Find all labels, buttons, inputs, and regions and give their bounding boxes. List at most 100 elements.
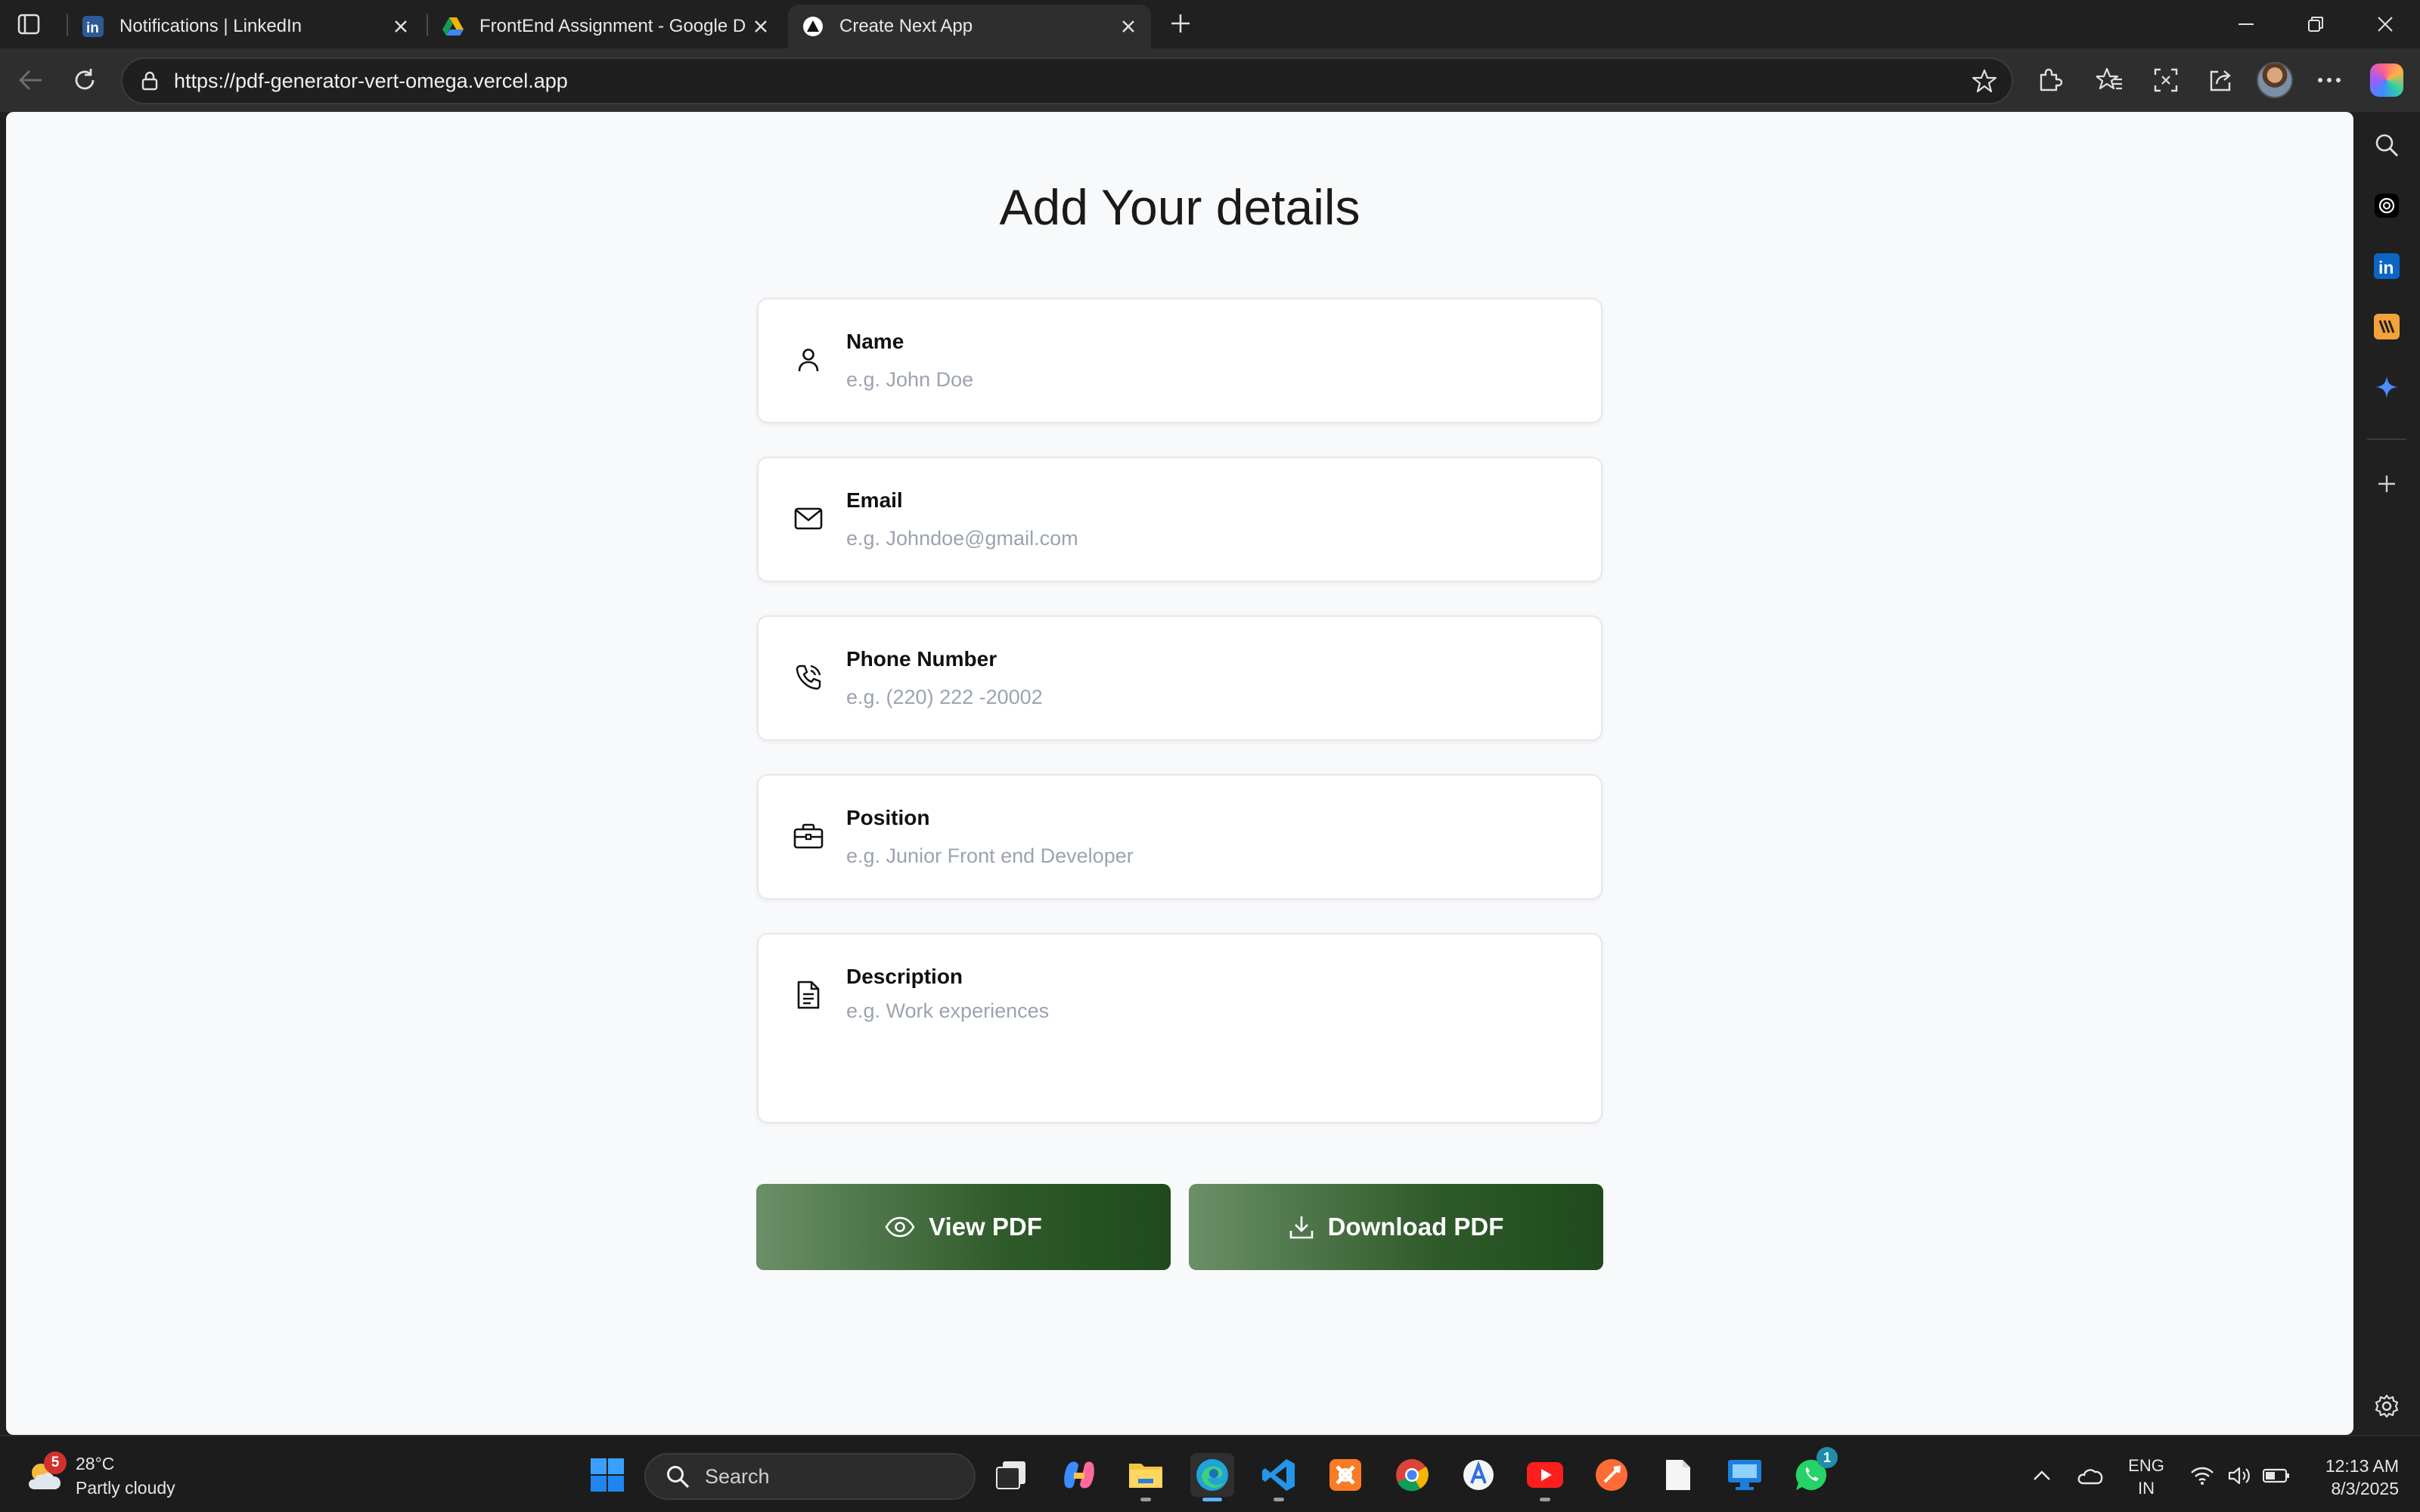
weather-widget[interactable]: 5 28°C Partly cloudy bbox=[26, 1452, 175, 1500]
chrome-icon[interactable] bbox=[1390, 1453, 1434, 1497]
remote-desktop-icon[interactable] bbox=[1723, 1453, 1767, 1497]
tab-create-next-app[interactable]: Create Next App bbox=[788, 5, 1151, 48]
new-tab-icon[interactable] bbox=[1165, 8, 1196, 39]
share-icon[interactable] bbox=[2202, 62, 2238, 98]
google-drive-icon bbox=[442, 15, 464, 38]
weather-condition: Partly cloudy bbox=[76, 1478, 175, 1498]
mail-icon bbox=[792, 502, 825, 535]
restore-icon[interactable] bbox=[2297, 8, 2334, 41]
copilot-icon[interactable] bbox=[2370, 64, 2403, 97]
description-label: Description bbox=[846, 965, 963, 988]
email-field-card: Email bbox=[757, 457, 1602, 582]
running-indicator bbox=[1540, 1498, 1550, 1501]
download-pdf-button[interactable]: Download PDF bbox=[1189, 1184, 1603, 1270]
phone-label: Phone Number bbox=[846, 647, 997, 671]
clock-date: 8/3/2025 bbox=[2331, 1479, 2399, 1498]
eye-icon bbox=[885, 1216, 915, 1238]
favorite-star-icon[interactable] bbox=[1966, 69, 2003, 93]
phone-field-card: Phone Number bbox=[757, 615, 1602, 741]
sparkle-icon[interactable] bbox=[2370, 370, 2403, 404]
onedrive-cloud-icon[interactable] bbox=[2072, 1453, 2108, 1498]
user-icon bbox=[792, 343, 825, 376]
screenshot-icon[interactable] bbox=[2148, 62, 2184, 98]
language-code: ENG bbox=[2128, 1456, 2164, 1475]
briefcase-icon bbox=[792, 820, 825, 853]
close-tab-icon[interactable] bbox=[386, 11, 416, 42]
url-text[interactable]: https://pdf-generator-vert-omega.vercel.… bbox=[174, 70, 1966, 93]
download-pdf-label: Download PDF bbox=[1327, 1213, 1504, 1241]
taskbar-search[interactable]: Search bbox=[644, 1453, 976, 1500]
settings-gear-icon[interactable] bbox=[2370, 1390, 2403, 1423]
close-tab-icon[interactable] bbox=[1113, 11, 1143, 42]
file-explorer-icon[interactable] bbox=[1124, 1453, 1168, 1501]
vscode-icon[interactable] bbox=[1257, 1453, 1301, 1501]
edge-browser-icon[interactable] bbox=[1190, 1453, 1234, 1501]
document-icon bbox=[792, 978, 825, 1012]
name-field-card: Name bbox=[757, 298, 1602, 423]
sidebar-divider bbox=[2367, 438, 2406, 440]
email-input[interactable] bbox=[846, 523, 1572, 553]
tab-title: FrontEnd Assignment - Google Dr bbox=[479, 16, 746, 36]
browser-sidebar: in bbox=[2353, 112, 2420, 1435]
show-hidden-icons-chevron-icon[interactable] bbox=[2027, 1453, 2057, 1498]
refresh-icon[interactable] bbox=[67, 62, 103, 98]
whatsapp-badge: 1 bbox=[1817, 1447, 1838, 1468]
task-view-icon[interactable] bbox=[989, 1453, 1033, 1497]
wifi-icon[interactable] bbox=[2186, 1453, 2219, 1498]
blank-document-icon[interactable] bbox=[1656, 1453, 1700, 1497]
tab-linkedin[interactable]: in Notifications | LinkedIn bbox=[68, 5, 424, 48]
windows-taskbar: 5 28°C Partly cloudy Search 1 ENG IN 12:… bbox=[0, 1435, 2420, 1512]
description-textarea[interactable] bbox=[846, 999, 1572, 1075]
search-icon bbox=[661, 1464, 694, 1489]
battery-icon[interactable] bbox=[2260, 1453, 2293, 1498]
region-code: IN bbox=[2138, 1479, 2155, 1498]
tab-title: Create Next App bbox=[839, 16, 973, 36]
copilot-taskbar-icon[interactable] bbox=[1057, 1453, 1101, 1497]
name-label: Name bbox=[846, 330, 904, 353]
lock-icon[interactable] bbox=[133, 71, 166, 91]
page-title: Add Your details bbox=[999, 179, 1360, 235]
extensions-icon[interactable] bbox=[2031, 62, 2068, 98]
add-sidebar-app-icon[interactable] bbox=[2370, 467, 2403, 500]
search-label: Search bbox=[705, 1464, 770, 1488]
phone-icon bbox=[792, 661, 825, 694]
position-input[interactable] bbox=[846, 841, 1572, 871]
linkedin-icon: in bbox=[82, 15, 104, 38]
email-label: Email bbox=[846, 488, 903, 512]
svg-text:in: in bbox=[2378, 258, 2394, 277]
position-label: Position bbox=[846, 806, 930, 829]
page-viewport: Add Your details Name Email Phone Number… bbox=[6, 112, 2353, 1435]
profile-avatar[interactable] bbox=[2257, 62, 2293, 98]
back-arrow-icon[interactable] bbox=[12, 62, 48, 98]
partly-cloudy-icon: 5 bbox=[26, 1452, 68, 1497]
minimize-icon[interactable] bbox=[2228, 8, 2264, 41]
weather-temp: 28°C bbox=[76, 1454, 115, 1473]
description-field-card: Description bbox=[757, 933, 1602, 1123]
phone-input[interactable] bbox=[846, 682, 1572, 712]
more-options-icon[interactable] bbox=[2311, 62, 2347, 98]
chatgpt-icon[interactable] bbox=[2370, 189, 2403, 222]
favorites-icon[interactable] bbox=[2092, 62, 2128, 98]
language-indicator[interactable]: ENG IN bbox=[2124, 1455, 2169, 1500]
close-window-icon[interactable] bbox=[2367, 8, 2403, 41]
tab-google-drive[interactable]: FrontEnd Assignment - Google Dr bbox=[428, 5, 783, 48]
system-clock[interactable]: 12:13 AM 8/3/2025 bbox=[2299, 1455, 2399, 1500]
windows-start-icon[interactable] bbox=[585, 1453, 629, 1497]
name-input[interactable] bbox=[846, 364, 1572, 395]
xampp-icon[interactable] bbox=[1323, 1453, 1367, 1497]
whatsapp-icon[interactable]: 1 bbox=[1789, 1447, 1838, 1497]
weather-badge: 5 bbox=[44, 1452, 67, 1474]
svg-text:in: in bbox=[86, 20, 99, 36]
postman-icon[interactable] bbox=[1590, 1453, 1634, 1497]
tab-actions-icon[interactable] bbox=[14, 11, 44, 38]
translate-app-icon[interactable] bbox=[1457, 1453, 1500, 1497]
linkedin-sidebar-icon[interactable]: in bbox=[2370, 249, 2403, 283]
app-sidebar-icon[interactable] bbox=[2370, 310, 2403, 343]
search-icon[interactable] bbox=[2370, 129, 2403, 162]
position-field-card: Position bbox=[757, 774, 1602, 900]
volume-icon[interactable] bbox=[2223, 1453, 2257, 1498]
view-pdf-button[interactable]: View PDF bbox=[756, 1184, 1171, 1270]
close-tab-icon[interactable] bbox=[746, 11, 776, 42]
youtube-icon[interactable] bbox=[1523, 1453, 1567, 1501]
address-bar[interactable]: https://pdf-generator-vert-omega.vercel.… bbox=[121, 57, 2013, 104]
